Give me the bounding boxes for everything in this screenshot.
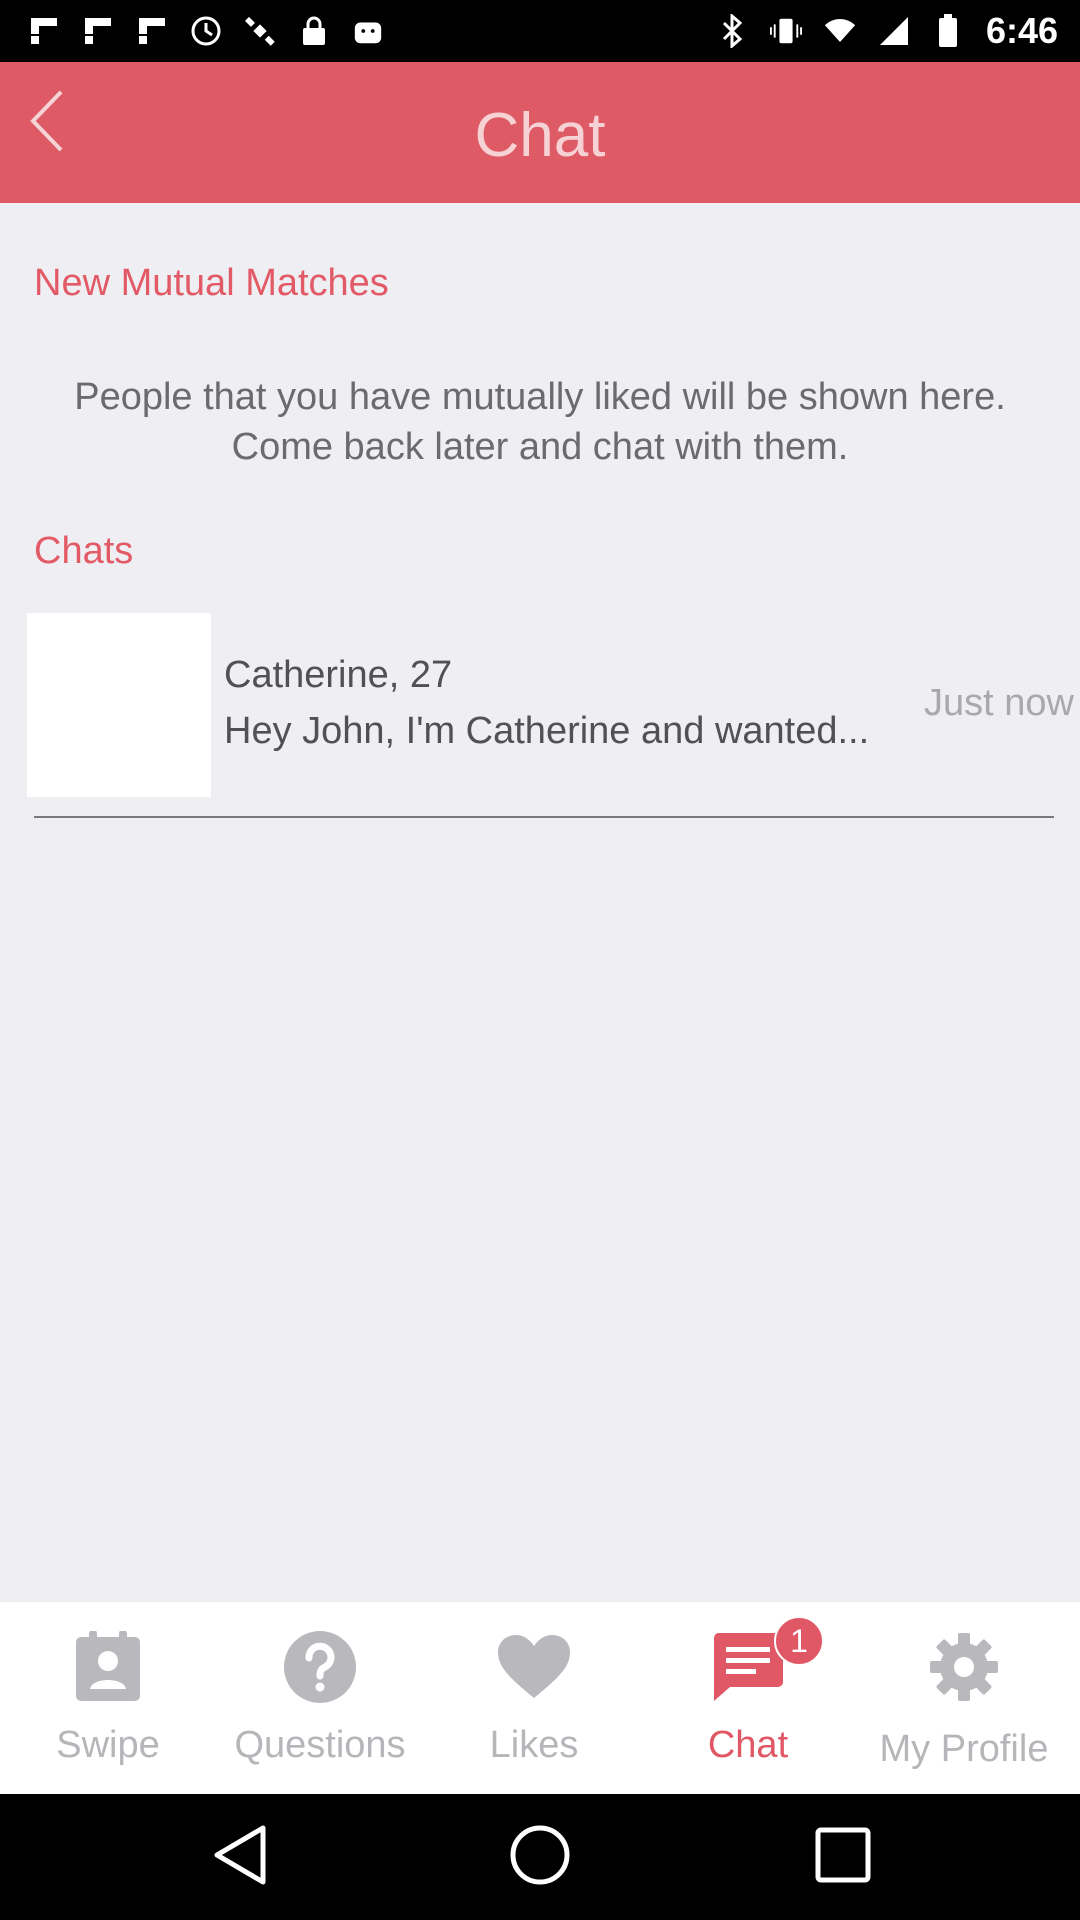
flipboard-icon [136, 15, 168, 47]
chat-message-preview: Hey John, I'm Catherine and wanted... [224, 710, 870, 752]
status-time: 6:46 [985, 10, 1058, 51]
page-title: Chat [474, 101, 606, 170]
nav-home-button[interactable] [505, 1822, 575, 1892]
battery-icon [932, 14, 964, 47]
nav-back-button[interactable] [204, 1822, 274, 1892]
home-icon [509, 1824, 571, 1891]
tab-label: Chat [707, 1724, 789, 1766]
app-header: Chat [0, 62, 1080, 203]
chat-contact-name: Catherine, 27 [224, 654, 453, 696]
bottom-tab-bar: Swipe Questions Likes Chat 1 My Profile [0, 1602, 1080, 1794]
question-icon [283, 1630, 357, 1709]
tab-chat[interactable]: Chat [640, 1602, 856, 1794]
chat-divider [34, 816, 1054, 818]
tab-questions[interactable]: Questions [212, 1602, 428, 1794]
tab-label: Likes [489, 1724, 579, 1766]
chats-heading: Chats [34, 530, 134, 572]
satellite-icon [244, 15, 276, 47]
android-icon [352, 15, 384, 47]
status-notifications [28, 12, 384, 50]
flipboard-icon [28, 15, 60, 47]
back-icon [211, 1824, 267, 1891]
signal-icon [878, 15, 910, 47]
avatar [27, 613, 211, 797]
mutual-matches-empty-message: People that you have mutually liked will… [74, 376, 1006, 468]
mutual-matches-heading: New Mutual Matches [34, 262, 389, 304]
gear-icon [928, 1631, 1000, 1708]
heart-icon [497, 1634, 571, 1705]
tab-label: Swipe [56, 1724, 160, 1766]
tab-label: My Profile [879, 1728, 1049, 1770]
system-navigation-bar [0, 1794, 1080, 1920]
status-bar: 6:46 [0, 0, 1080, 62]
recents-icon [815, 1827, 871, 1888]
unread-count-badge: 1 [774, 1616, 824, 1666]
vibrate-icon [769, 15, 802, 47]
tab-my-profile[interactable]: My Profile [856, 1602, 1072, 1794]
lock-icon [298, 15, 330, 47]
wifi-icon [824, 15, 856, 47]
tab-label: Questions [234, 1724, 406, 1766]
status-system: 6:46 [716, 10, 1058, 52]
sync-icon [190, 15, 222, 47]
bluetooth-icon [716, 14, 748, 48]
nav-recents-button[interactable] [808, 1822, 878, 1892]
tab-likes[interactable]: Likes [426, 1602, 642, 1794]
contact-card-icon [75, 1630, 141, 1708]
tab-swipe[interactable]: Swipe [0, 1602, 216, 1794]
flipboard-icon [82, 15, 114, 47]
chat-list-item[interactable]: Catherine, 27 Hey John, I'm Catherine an… [0, 610, 1080, 800]
chat-timestamp: Just now [924, 682, 1074, 724]
